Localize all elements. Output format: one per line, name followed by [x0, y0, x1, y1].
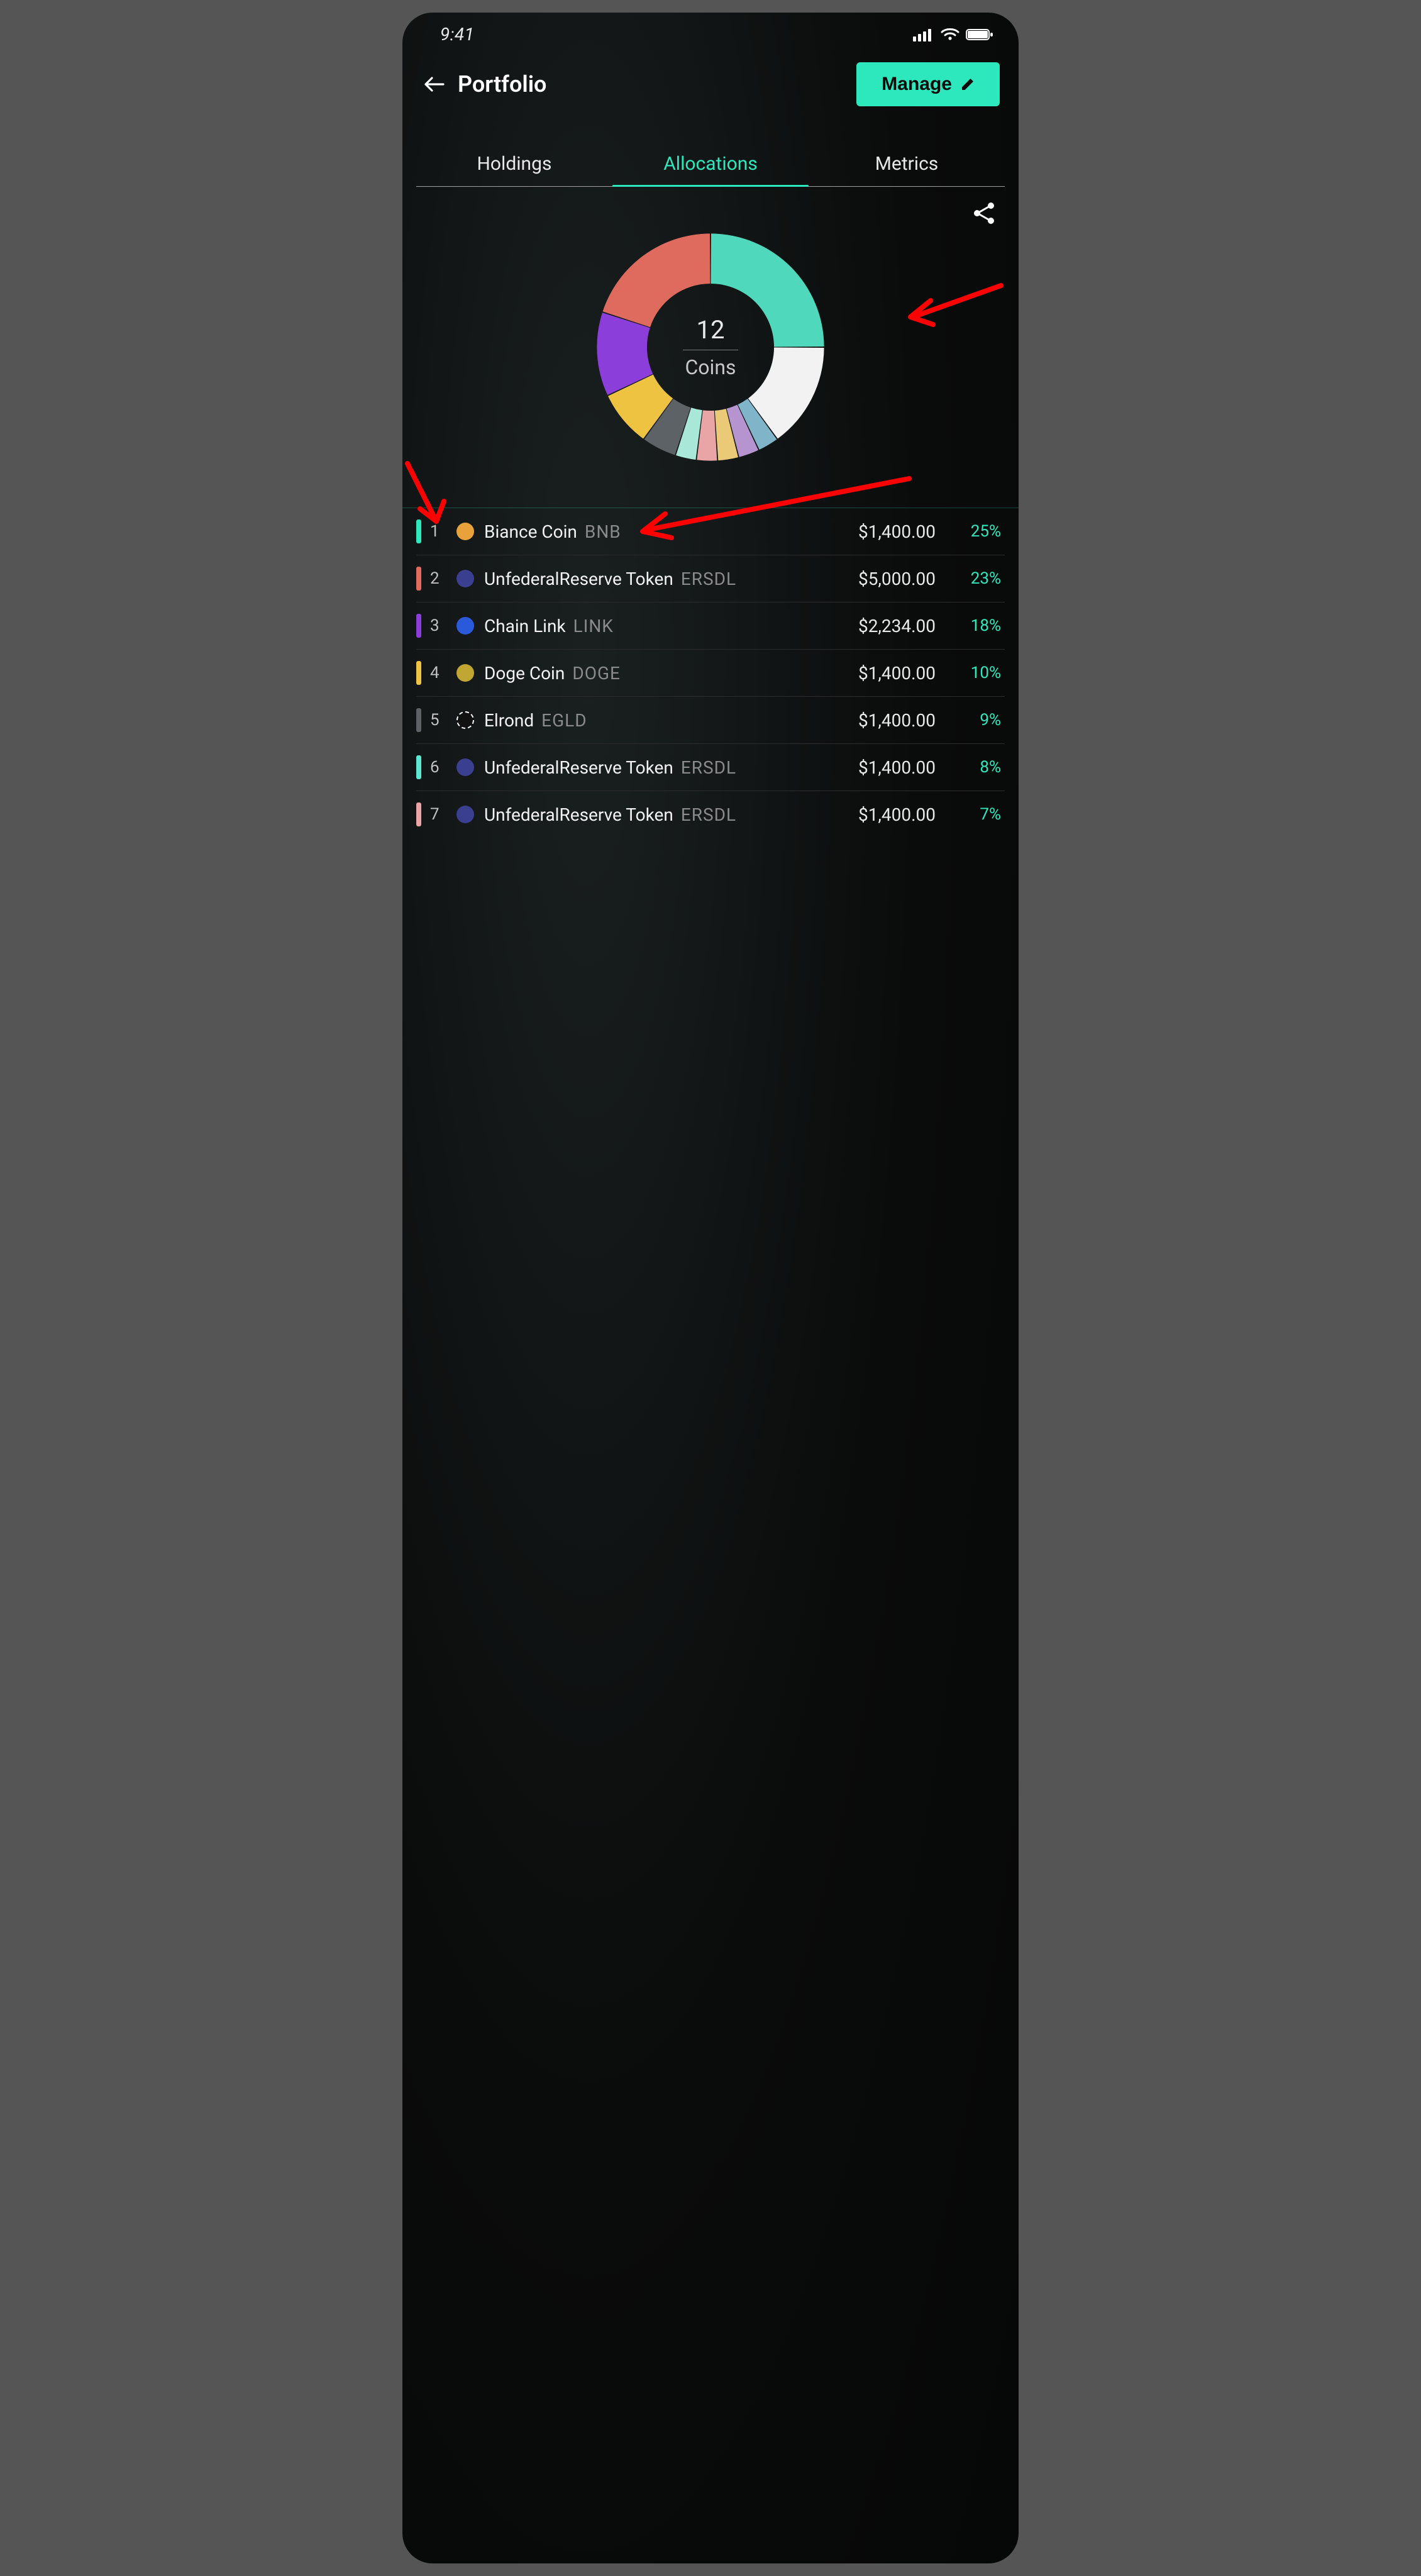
coin-value: $1,400.00	[822, 804, 936, 825]
coin-symbol: BNB	[585, 521, 621, 542]
row-name-wrap: Elrond EGLD	[484, 710, 814, 731]
coin-name: Biance Coin	[484, 521, 577, 542]
coin-icon	[456, 617, 474, 635]
donut-label: Coins	[683, 355, 738, 379]
coin-percent: 25%	[944, 522, 1001, 541]
row-stripe	[416, 661, 421, 685]
row-rank: 1	[430, 522, 448, 541]
row-stripe	[416, 567, 421, 591]
manage-button-label: Manage	[882, 74, 952, 95]
coin-symbol: ERSDL	[681, 569, 736, 589]
tab-label: Allocations	[663, 153, 758, 175]
tab-label: Metrics	[875, 153, 939, 175]
manage-button[interactable]: Manage	[856, 62, 1000, 106]
chart-area: 12 Coins	[402, 187, 1019, 508]
coin-symbol: DOGE	[572, 663, 621, 684]
coin-icon	[456, 523, 474, 540]
row-rank: 4	[430, 663, 448, 682]
row-name-wrap: UnfederalReserve Token ERSDL	[484, 757, 814, 778]
table-row[interactable]: 1 Biance Coin BNB $1,400.00 25%	[416, 508, 1005, 555]
coin-symbol: EGLD	[541, 710, 587, 731]
table-row[interactable]: 7 UnfederalReserve Token ERSDL $1,400.00…	[416, 791, 1005, 838]
coin-value: $1,400.00	[822, 710, 936, 731]
row-stripe	[416, 614, 421, 638]
coin-name: Chain Link	[484, 616, 566, 636]
coin-name: Doge Coin	[484, 663, 565, 684]
tab-label: Holdings	[477, 153, 552, 175]
table-row[interactable]: 3 Chain Link LINK $2,234.00 18%	[416, 602, 1005, 650]
coin-name: UnfederalReserve Token	[484, 757, 673, 778]
pencil-icon	[961, 77, 975, 91]
coin-icon	[456, 758, 474, 776]
coin-percent: 18%	[944, 616, 1001, 635]
tab-metrics[interactable]: Metrics	[809, 142, 1005, 186]
row-rank: 3	[430, 616, 448, 635]
row-stripe	[416, 519, 421, 543]
coin-percent: 23%	[944, 569, 1001, 588]
coin-icon	[456, 570, 474, 587]
annotation-arrow-icon	[894, 278, 1007, 328]
coin-name: UnfederalReserve Token	[484, 804, 673, 825]
row-rank: 6	[430, 758, 448, 777]
row-stripe	[416, 708, 421, 732]
coin-icon	[456, 711, 474, 729]
portfolio-screen: 9:41 Portfolio Manage	[402, 13, 1019, 2563]
table-row[interactable]: 2 UnfederalReserve Token ERSDL $5,000.00…	[416, 555, 1005, 602]
tab-allocations[interactable]: Allocations	[612, 142, 809, 186]
coin-icon	[456, 806, 474, 823]
back-button[interactable]	[421, 72, 446, 97]
coin-value: $1,400.00	[822, 757, 936, 778]
row-name-wrap: UnfederalReserve Token ERSDL	[484, 804, 814, 825]
allocations-list: 1 Biance Coin BNB $1,400.00 25% 2 Unfede…	[402, 508, 1019, 838]
row-name-wrap: Doge Coin DOGE	[484, 663, 814, 684]
donut-center: 12 Coins	[683, 315, 738, 379]
table-row[interactable]: 6 UnfederalReserve Token ERSDL $1,400.00…	[416, 744, 1005, 791]
cell-signal-icon	[913, 28, 934, 42]
row-rank: 2	[430, 569, 448, 588]
coin-percent: 10%	[944, 663, 1001, 682]
coin-icon	[456, 664, 474, 682]
status-icons	[913, 28, 993, 42]
coin-symbol: ERSDL	[681, 757, 736, 778]
tab-holdings[interactable]: Holdings	[416, 142, 612, 186]
share-button[interactable]	[972, 201, 1000, 228]
status-bar: 9:41	[402, 13, 1019, 48]
coin-percent: 8%	[944, 758, 1001, 777]
row-rank: 7	[430, 805, 448, 824]
coin-symbol: ERSDL	[681, 804, 736, 825]
coin-value: $5,000.00	[822, 569, 936, 589]
share-icon	[972, 201, 997, 226]
donut-count: 12	[683, 315, 738, 345]
row-stripe	[416, 802, 421, 826]
row-name-wrap: UnfederalReserve Token ERSDL	[484, 569, 814, 589]
row-name-wrap: Chain Link LINK	[484, 616, 814, 636]
coin-percent: 7%	[944, 805, 1001, 824]
row-rank: 5	[430, 711, 448, 730]
wifi-icon	[941, 28, 959, 42]
coin-percent: 9%	[944, 711, 1001, 730]
coin-name: UnfederalReserve Token	[484, 569, 673, 589]
battery-icon	[966, 28, 993, 42]
tabs: Holdings Allocations Metrics	[416, 142, 1005, 187]
table-row[interactable]: 5 Elrond EGLD $1,400.00 9%	[416, 697, 1005, 744]
status-time: 9:41	[440, 24, 475, 45]
table-row[interactable]: 4 Doge Coin DOGE $1,400.00 10%	[416, 650, 1005, 697]
coin-value: $1,400.00	[822, 521, 936, 542]
coin-value: $1,400.00	[822, 663, 936, 684]
row-stripe	[416, 755, 421, 779]
allocations-donut[interactable]: 12 Coins	[575, 212, 846, 482]
header: Portfolio Manage	[402, 48, 1019, 119]
row-name-wrap: Biance Coin BNB	[484, 521, 814, 542]
coin-value: $2,234.00	[822, 616, 936, 636]
coin-symbol: LINK	[573, 616, 614, 636]
page-title: Portfolio	[458, 71, 546, 97]
coin-name: Elrond	[484, 710, 534, 731]
